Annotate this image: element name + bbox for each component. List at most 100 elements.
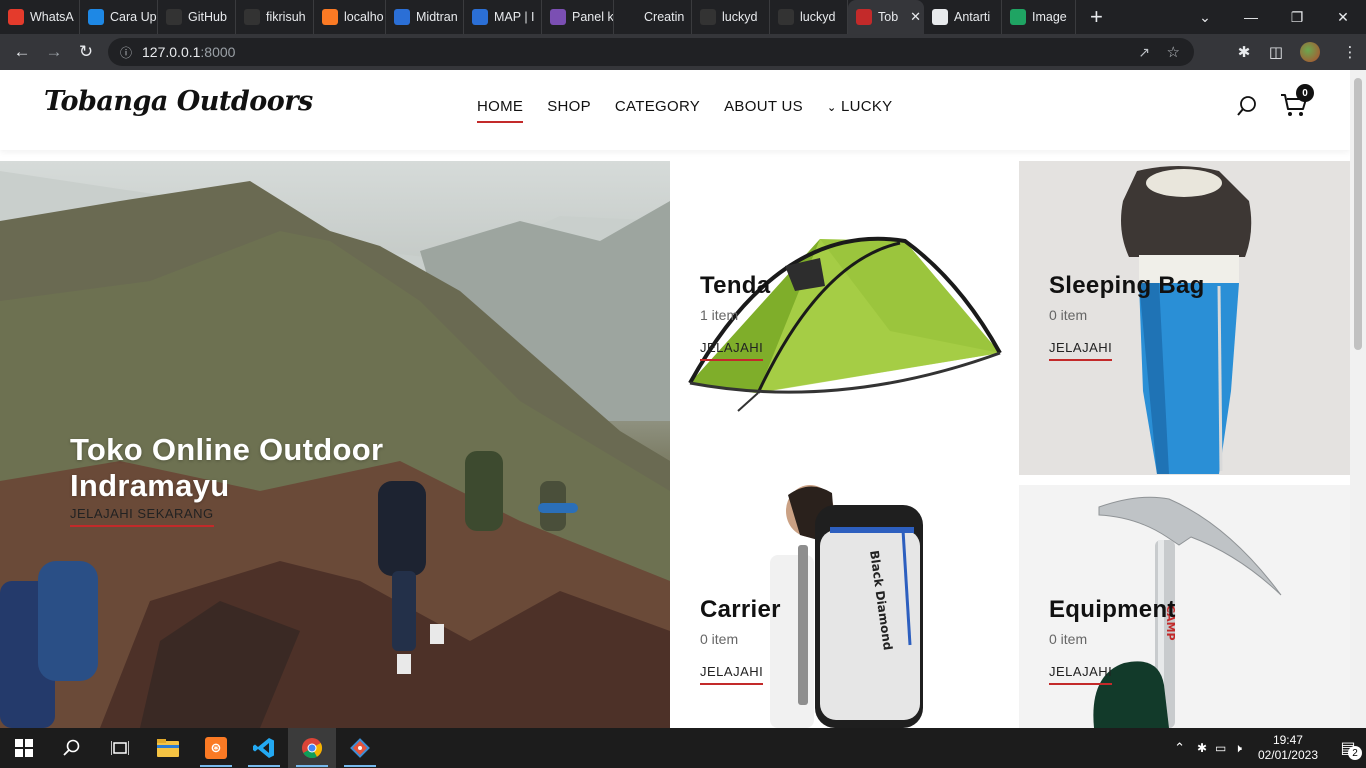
category-explore-link[interactable]: JELAJAHI [1049,664,1113,685]
site-icon [856,9,872,25]
search-icon[interactable] [1236,95,1258,117]
category-explore-link[interactable]: JELAJAHI [700,664,764,685]
browser-tab[interactable]: fikrisuh [236,0,314,34]
clock-date: 02/01/2023 [1257,748,1318,762]
hero-title-line-1: Toko Online Outdoor [70,432,384,467]
web-page: Tobanga Outdoors HOME SHOP CATEGORY ABOU… [0,70,1350,728]
category-title: Sleeping Bag [1049,272,1205,299]
folder-icon [157,739,179,757]
pycharm-icon [88,9,104,25]
hero-banner: Toko Online Outdoor Indramayu JELAJAHI S… [0,161,670,728]
taskbar-vscode[interactable] [240,728,288,768]
clock-time: 19:47 [1272,733,1303,747]
github-icon [166,9,182,25]
extensions-icon[interactable]: ✱ [1228,43,1260,61]
taskbar-search-button[interactable] [48,728,96,768]
site-logo[interactable]: Tobanga Outdoors [44,86,313,117]
taskbar-chrome[interactable] [288,728,336,768]
windows-taskbar: ⊛ ⌃ ✱ ▭ 🕨 19:47 02/01/2023 ▤ 2 [0,728,1366,768]
browser-tab[interactable]: Creatin [614,0,692,34]
browser-tab[interactable]: luckyd [692,0,770,34]
category-card-sleeping-bag[interactable]: Sleeping Bag 0 item JELAJAHI [1019,161,1350,475]
bookmark-star-icon[interactable]: ☆ [1167,43,1180,61]
browser-tab[interactable]: GitHub [158,0,236,34]
address-bar[interactable]: ⓘ 127.0.0.1:8000 ↗ ☆ [108,38,1194,66]
browser-tab[interactable]: Panel k [542,0,614,34]
back-button[interactable]: ← [6,42,38,62]
hero-explore-link[interactable]: JELAJAHI SEKARANG [70,506,214,527]
nav-user-dropdown[interactable]: ⌄ LUCKY [827,98,893,123]
close-tab-icon[interactable]: ✕ [904,9,921,25]
browser-tab[interactable]: Tob ✕ [848,0,924,34]
browser-tab[interactable]: WhatsA [0,0,80,34]
category-title: Tenda [700,272,771,299]
share-icon[interactable]: ↗ [1138,44,1150,61]
taskbar-git[interactable] [336,728,384,768]
midtrans-icon [472,9,488,25]
show-hidden-icons-button[interactable]: ⌃ [1174,740,1185,756]
browser-tab[interactable]: luckyd [770,0,848,34]
volume-icon[interactable]: 🕨 [1234,741,1242,756]
github-icon [700,9,716,25]
nav-about-us[interactable]: ABOUT US [724,98,803,123]
system-tray: ⌃ ✱ ▭ 🕨 19:47 02/01/2023 ▤ 2 [1166,728,1366,768]
browser-tab[interactable]: Image [1002,0,1076,34]
nav-category[interactable]: CATEGORY [615,98,700,123]
start-button[interactable] [0,728,48,768]
taskbar-clock[interactable]: 19:47 02/01/2023 [1258,733,1318,763]
reload-button[interactable]: ↻ [70,42,102,62]
taskbar-xampp[interactable]: ⊛ [192,728,240,768]
profile-avatar[interactable] [1300,42,1320,62]
xampp-icon [322,9,338,25]
browser-tab[interactable]: Midtran [386,0,464,34]
side-panel-icon[interactable]: ◫ [1260,43,1292,61]
task-view-button[interactable] [96,728,144,768]
midtrans-icon [394,9,410,25]
page-scrollbar[interactable] [1350,70,1366,728]
restore-button[interactable]: ❐ [1274,9,1320,26]
network-icon[interactable]: ✱ [1197,741,1207,755]
category-card-carrier[interactable]: Black Diamond Carrier 0 item JELAJAHI [670,485,1010,728]
category-count: 0 item [1049,307,1088,323]
url-host: 127.0.0.1 [142,44,201,60]
category-card-equipment[interactable]: CAMP Equipment 0 item JELAJAHI [1019,485,1350,728]
url-port: :8000 [200,44,236,60]
browser-tab-title: luckyd [800,10,836,24]
category-card-tenda[interactable]: Tenda 1 item JELAJAHI [670,161,1010,475]
whatsapp-icon [8,9,24,25]
search-icon [63,739,80,756]
google-drive-icon [1010,9,1026,25]
category-count: 1 item [700,307,739,323]
rc-icon [550,9,566,25]
browser-tab[interactable]: MAP | I [464,0,542,34]
nav-home[interactable]: HOME [477,98,524,123]
browser-tab[interactable]: localho [314,0,386,34]
browser-tab[interactable]: Cara Up [80,0,158,34]
browser-tab[interactable]: Antarti [924,0,1002,34]
site-header: Tobanga Outdoors HOME SHOP CATEGORY ABOU… [0,70,1350,150]
chevron-down-icon: ⌄ [826,102,837,114]
notification-count-badge: 2 [1348,746,1362,760]
battery-icon[interactable]: ▭ [1215,741,1226,755]
notification-center-button[interactable]: ▤ 2 [1330,728,1366,768]
new-tab-button[interactable]: + [1090,0,1103,34]
browser-tab-title: Antarti [954,10,991,24]
category-explore-link[interactable]: JELAJAHI [700,340,764,361]
nav-shop[interactable]: SHOP [547,98,591,123]
menu-kebab-icon[interactable]: ⋮ [1334,43,1366,61]
category-count: 0 item [1049,631,1088,647]
site-info-icon[interactable]: ⓘ [120,44,132,61]
close-window-button[interactable]: ✕ [1320,9,1366,26]
browser-tab-title: WhatsA [30,10,74,24]
scrollbar-thumb[interactable] [1354,78,1362,350]
cart-button[interactable]: 0 [1280,84,1314,120]
minimize-button[interactable]: — [1228,9,1274,25]
forward-button[interactable]: → [38,42,70,62]
category-title: Equipment [1049,596,1176,623]
main-navigation: HOME SHOP CATEGORY ABOUT US ⌄ LUCKY [477,98,892,123]
nav-user-label: LUCKY [840,98,893,115]
window-controls: ⌄ — ❐ ✕ [1182,0,1366,34]
taskbar-file-explorer[interactable] [144,728,192,768]
tab-search-icon[interactable]: ⌄ [1182,9,1228,26]
category-explore-link[interactable]: JELAJAHI [1049,340,1113,361]
